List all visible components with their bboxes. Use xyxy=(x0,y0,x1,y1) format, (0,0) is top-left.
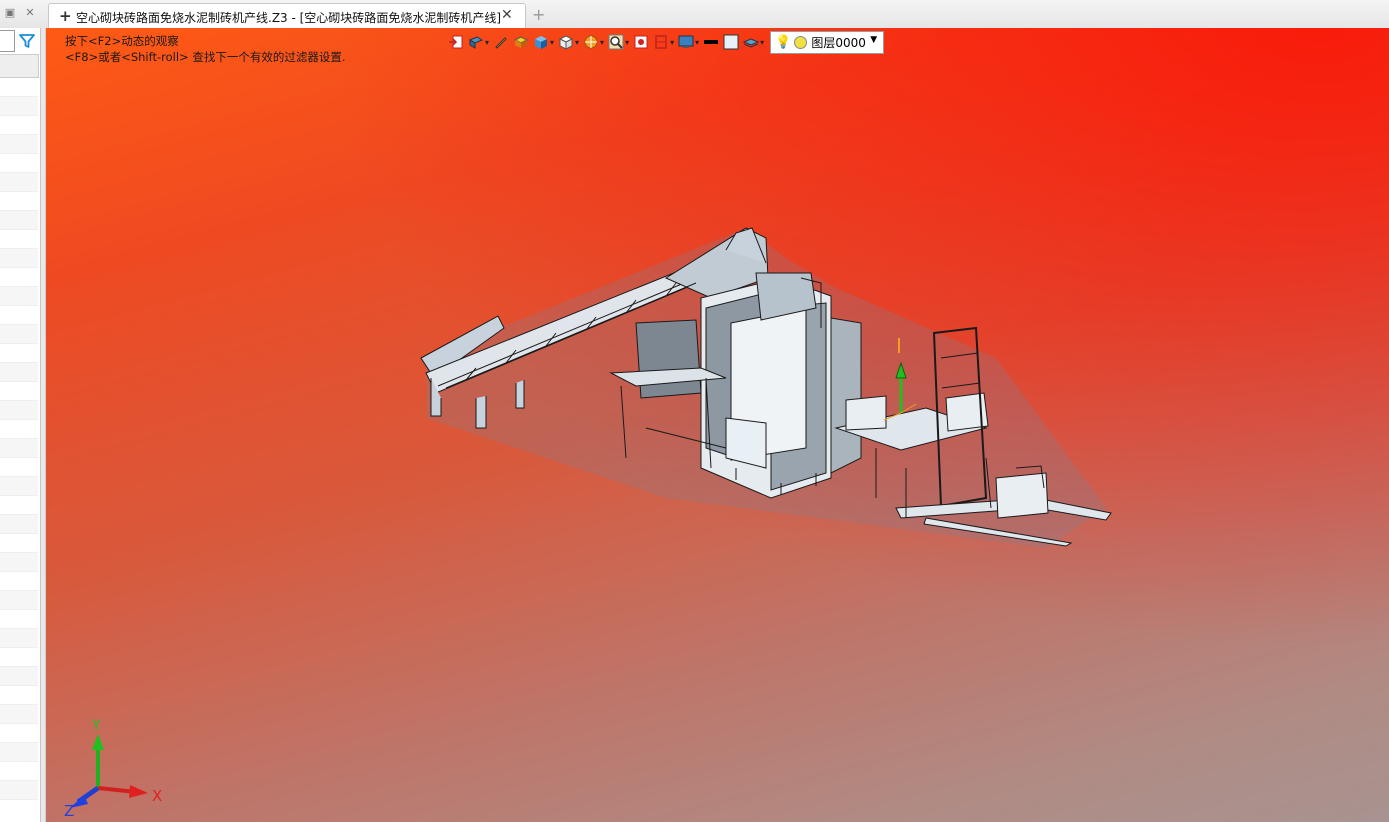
list-item[interactable] xyxy=(0,534,38,553)
list-item[interactable] xyxy=(0,667,38,686)
list-item[interactable] xyxy=(0,496,38,515)
list-item[interactable] xyxy=(0,610,38,629)
pen-icon xyxy=(495,37,507,49)
list-item[interactable] xyxy=(0,116,38,135)
render-box-button[interactable] xyxy=(513,31,529,53)
list-item[interactable] xyxy=(0,743,38,762)
list-item[interactable] xyxy=(0,344,38,363)
record-icon xyxy=(634,35,648,49)
axis-x-label: X xyxy=(152,787,162,805)
left-panel xyxy=(0,28,41,822)
record-button[interactable] xyxy=(633,31,649,53)
list-item[interactable] xyxy=(0,325,38,344)
tree-list xyxy=(0,78,38,800)
tab-strip: ▣ ✕ + 空心砌块砖路面免烧水泥制砖机产线.Z3 - [空心砌块砖路面免烧水泥… xyxy=(0,0,1389,29)
wire-cube-button[interactable]: ▾ xyxy=(558,31,579,53)
list-item[interactable] xyxy=(0,287,38,306)
filter-input[interactable] xyxy=(0,30,15,52)
list-item[interactable] xyxy=(0,572,38,591)
hint-line-1: 按下<F2>动态的观察 xyxy=(65,34,179,48)
wire-cube-icon xyxy=(558,35,574,50)
list-item[interactable] xyxy=(0,230,38,249)
list-item[interactable] xyxy=(0,477,38,496)
list-item[interactable] xyxy=(0,705,38,724)
hint-line-2: <F8>或者<Shift-roll> 查找下一个有效的过滤器设置. xyxy=(65,50,346,64)
line-color-button[interactable] xyxy=(703,31,719,53)
list-item[interactable] xyxy=(0,686,38,705)
list-item[interactable] xyxy=(0,458,38,477)
new-tab-button[interactable]: + xyxy=(532,5,545,24)
layer-color-dot xyxy=(794,35,808,49)
modified-indicator-icon: + xyxy=(59,7,72,25)
list-item[interactable] xyxy=(0,192,38,211)
shaded-cube-icon xyxy=(535,36,548,49)
section-button[interactable]: ▾ xyxy=(653,31,674,53)
display-button[interactable]: ▾ xyxy=(678,31,699,53)
list-item[interactable] xyxy=(0,724,38,743)
pen-button[interactable] xyxy=(493,31,509,53)
list-item[interactable] xyxy=(0,363,38,382)
list-item[interactable] xyxy=(0,268,38,287)
close-panel-icon[interactable]: ✕ xyxy=(24,7,36,19)
color-wheel-button[interactable]: ▾ xyxy=(583,31,604,53)
cad-model[interactable] xyxy=(46,28,1389,822)
exit-sketch-button[interactable] xyxy=(448,31,464,53)
list-item[interactable] xyxy=(0,515,38,534)
list-item[interactable] xyxy=(0,154,38,173)
lightbulb-icon[interactable]: 💡 xyxy=(775,35,791,50)
list-item[interactable] xyxy=(0,249,38,268)
section-icon xyxy=(655,35,667,49)
list-item[interactable] xyxy=(0,401,38,420)
exit-sketch-icon xyxy=(449,35,463,49)
layer-manager-button[interactable]: ▾ xyxy=(743,31,764,53)
layer-select[interactable]: 💡 图层0000 ▼ xyxy=(770,30,885,54)
axis-z-label: Z xyxy=(64,802,74,818)
view-orient-button[interactable]: ▾ xyxy=(468,31,489,53)
restore-icon[interactable]: ▣ xyxy=(4,7,16,19)
view-toolbar: ▾ ▾ ▾ ▾ ▾ ▾ ▾ ▾ 💡 图层0000 ▼ xyxy=(448,30,885,54)
list-item[interactable] xyxy=(0,591,38,610)
chevron-down-icon[interactable]: ▼ xyxy=(870,35,877,45)
layer-stack-icon xyxy=(743,38,760,48)
document-tab[interactable]: + 空心砌块砖路面免烧水泥制砖机产线.Z3 - [空心砌块砖路面免烧水泥制砖机产… xyxy=(48,3,526,29)
list-item[interactable] xyxy=(0,135,38,154)
axis-triad: Y X Z xyxy=(64,718,162,818)
zoom-icon xyxy=(608,34,624,50)
list-item[interactable] xyxy=(0,173,38,192)
list-item[interactable] xyxy=(0,439,38,458)
list-item[interactable] xyxy=(0,781,38,800)
axis-y-label: Y xyxy=(91,718,101,734)
fill-color-button[interactable] xyxy=(723,31,739,53)
tree-header xyxy=(0,54,39,78)
list-item[interactable] xyxy=(0,553,38,572)
color-wheel-icon xyxy=(584,35,598,49)
zoom-button[interactable]: ▾ xyxy=(608,31,629,53)
list-item[interactable] xyxy=(0,97,38,116)
filter-icon[interactable] xyxy=(17,30,37,51)
document-tab-title: 空心砌块砖路面免烧水泥制砖机产线.Z3 - [空心砌块砖路面免烧水泥制砖机产线] xyxy=(76,11,501,25)
display-icon xyxy=(678,35,694,48)
layer-select-label: 图层0000 xyxy=(811,35,866,50)
view-orient-icon xyxy=(468,36,484,49)
render-box-icon xyxy=(513,36,529,48)
list-item[interactable] xyxy=(0,648,38,667)
shaded-cube-button[interactable]: ▾ xyxy=(533,31,554,53)
list-item[interactable] xyxy=(0,78,38,97)
list-item[interactable] xyxy=(0,762,38,781)
list-item[interactable] xyxy=(0,420,38,439)
list-item[interactable] xyxy=(0,211,38,230)
list-item[interactable] xyxy=(0,306,38,325)
fill-swatch xyxy=(723,34,739,50)
line-color-swatch xyxy=(704,40,719,44)
close-tab-icon[interactable]: ✕ xyxy=(501,7,513,23)
3d-viewport[interactable]: 按下<F2>动态的观察 <F8>或者<Shift-roll> 查找下一个有效的过… xyxy=(46,28,1389,822)
list-item[interactable] xyxy=(0,629,38,648)
list-item[interactable] xyxy=(0,382,38,401)
